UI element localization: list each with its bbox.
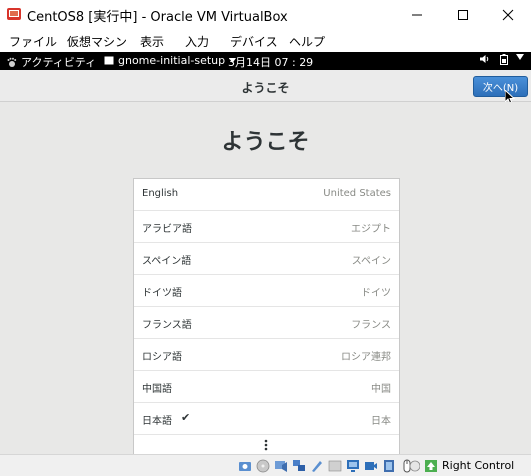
more-vertical-icon (264, 439, 268, 451)
welcome-heading: ようこそ (221, 130, 310, 155)
display-icon[interactable] (346, 459, 360, 473)
close-button[interactable] (485, 0, 531, 29)
window-icon (104, 56, 114, 65)
language-row-english[interactable]: English United States (134, 179, 399, 211)
welcome-page: ようこそ English United States アラビア語 エジプト スペ… (0, 102, 531, 454)
menu-file[interactable]: ファイル (9, 33, 57, 50)
setup-header-title: ようこそ (241, 81, 290, 95)
language-region: スペイン (351, 256, 391, 267)
language-region: ドイツ (361, 288, 391, 299)
language-region: エジプト (351, 224, 391, 235)
optical-drive-icon[interactable] (256, 459, 270, 473)
language-list: English United States アラビア語 エジプト スペイン語 ス… (133, 178, 400, 454)
app-menu-label: gnome-initial-setup (118, 54, 226, 67)
menu-devices[interactable]: デバイス (230, 33, 278, 50)
selected-check-icon: ✔ (181, 411, 191, 424)
battery-icon (500, 54, 508, 65)
language-row-french[interactable]: フランス語 フランス (134, 307, 399, 339)
language-row-arabic[interactable]: アラビア語 エジプト (134, 211, 399, 243)
language-name: フランス語 (142, 320, 192, 331)
language-row-japanese[interactable]: 日本語 ✔ 日本 (134, 403, 399, 435)
minimize-icon (412, 14, 422, 15)
shared-folders-icon[interactable] (328, 459, 342, 473)
speaker-icon (480, 55, 489, 63)
language-name: ロシア語 (142, 352, 182, 363)
usb-icon[interactable] (310, 459, 324, 473)
app-menu[interactable]: gnome-initial-setup (104, 54, 237, 67)
next-button[interactable]: 次へ(N) (473, 76, 528, 97)
cpu-icon[interactable] (382, 459, 396, 473)
activities-button[interactable]: アクティビティ (6, 54, 96, 70)
maximize-button[interactable] (440, 0, 486, 29)
language-name: ドイツ語 (142, 288, 182, 299)
language-name: 日本語 (142, 416, 172, 427)
host-key-label: Right Control (442, 459, 515, 472)
volume-indicator[interactable] (480, 54, 490, 64)
window-title: CentOS8 [実行中] - Oracle VM VirtualBox (27, 10, 288, 25)
setup-header: ようこそ (0, 70, 531, 102)
gnome-foot-icon (7, 57, 17, 67)
menu-input[interactable]: 入力 (185, 33, 209, 50)
menu-help[interactable]: ヘルプ (289, 33, 325, 50)
chevron-down-icon (516, 54, 524, 60)
language-name: スペイン語 (142, 256, 192, 267)
language-row-chinese[interactable]: 中国語 中国 (134, 371, 399, 403)
language-region: フランス (351, 320, 391, 331)
vm-status-bar: Right Control (0, 454, 531, 476)
language-region: 中国 (371, 384, 391, 395)
menu-bar: ファイル 仮想マシン 表示 入力 デバイス ヘルプ (0, 29, 531, 52)
network-icon[interactable] (292, 459, 306, 473)
system-menu[interactable] (516, 54, 524, 60)
minimize-button[interactable] (394, 0, 440, 29)
host-key-arrow-icon[interactable] (424, 459, 438, 473)
virtualbox-app-icon (7, 8, 21, 20)
battery-indicator[interactable] (500, 54, 508, 65)
language-row-german[interactable]: ドイツ語 ドイツ (134, 275, 399, 307)
clock[interactable]: 3月14日 07 : 29 (228, 54, 313, 70)
language-name: アラビア語 (142, 224, 192, 235)
hard-disk-icon[interactable] (238, 459, 252, 473)
more-languages-button[interactable] (134, 436, 399, 454)
menu-machine[interactable]: 仮想マシン (67, 33, 127, 50)
audio-icon[interactable] (274, 459, 288, 473)
clock-label: 3月14日 07 : 29 (228, 56, 314, 69)
menu-view[interactable]: 表示 (140, 33, 164, 50)
recording-icon[interactable] (406, 459, 420, 473)
gnome-top-bar: アクティビティ gnome-initial-setup 3月14日 07 : 2… (0, 52, 531, 70)
language-region: 日本 (371, 416, 391, 427)
language-name: 中国語 (142, 384, 172, 395)
language-name: English (142, 188, 179, 199)
language-region: ロシア連邦 (341, 352, 391, 363)
activities-label: アクティビティ (21, 56, 97, 69)
language-row-russian[interactable]: ロシア語 ロシア連邦 (134, 339, 399, 371)
window-titlebar: CentOS8 [実行中] - Oracle VM VirtualBox (0, 0, 531, 29)
close-icon (502, 9, 514, 20)
language-region: United States (323, 188, 391, 199)
video-capture-icon[interactable] (364, 459, 378, 473)
language-row-spanish[interactable]: スペイン語 スペイン (134, 243, 399, 275)
maximize-icon (458, 9, 468, 20)
